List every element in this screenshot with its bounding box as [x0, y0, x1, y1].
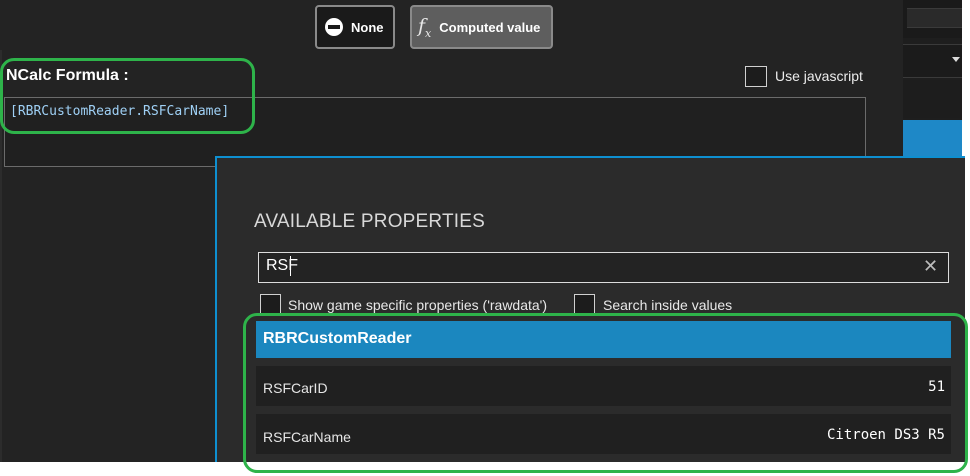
property-search-value[interactable]: RSF [266, 257, 298, 275]
right-panel-field[interactable] [903, 80, 962, 118]
right-panel-accent-button[interactable] [903, 120, 962, 158]
available-properties-title: AVAILABLE PROPERTIES [254, 211, 486, 232]
search-inside-values-label[interactable]: Search inside values [603, 297, 732, 313]
computed-value-label: Computed value [439, 19, 541, 35]
computed-value-button[interactable]: fx Computed value [410, 5, 553, 49]
right-panel-header [903, 0, 962, 38]
chevron-down-icon [952, 57, 960, 62]
right-panel-dropdown[interactable] [903, 44, 962, 78]
none-mode-button[interactable]: None [315, 5, 395, 49]
results-highlight-annotation [243, 313, 968, 473]
use-javascript-checkbox[interactable] [745, 66, 767, 87]
clear-icon[interactable]: ✕ [923, 257, 938, 277]
none-mode-label: None [351, 19, 384, 35]
search-inside-values-checkbox[interactable] [574, 294, 595, 314]
property-search-input[interactable] [258, 252, 949, 283]
fx-icon: fx [418, 14, 432, 40]
none-circle-icon [325, 18, 343, 36]
show-game-specific-label[interactable]: Show game specific properties ('rawdata'… [288, 297, 547, 313]
show-game-specific-checkbox[interactable] [260, 294, 281, 314]
use-javascript-label[interactable]: Use javascript [775, 68, 863, 84]
text-caret [290, 256, 291, 276]
formula-highlight-annotation [0, 58, 255, 134]
